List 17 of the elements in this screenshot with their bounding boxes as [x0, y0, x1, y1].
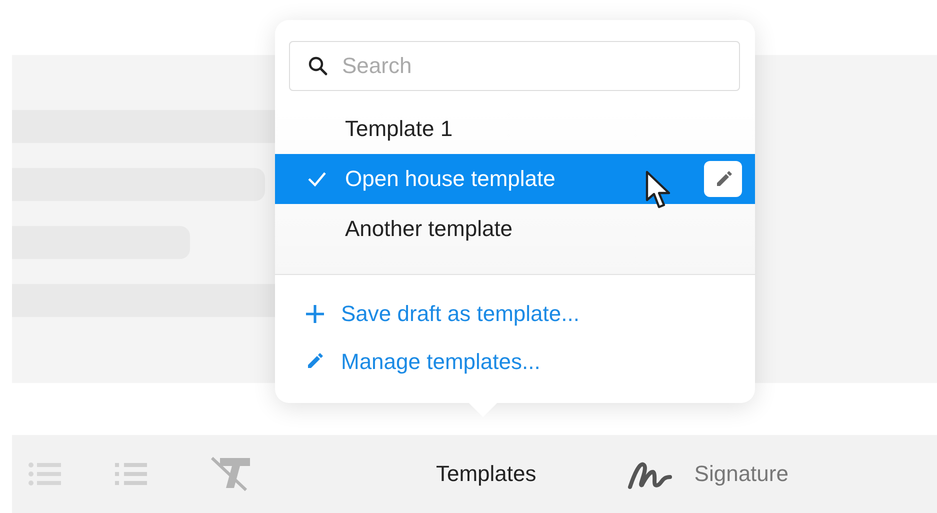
template-item[interactable]: Open house template	[275, 154, 755, 204]
template-item[interactable]: Template 1	[275, 104, 755, 154]
search-icon	[308, 56, 328, 76]
pencil-icon	[714, 170, 732, 188]
clear-formatting-icon	[210, 456, 250, 492]
edit-button[interactable]	[704, 161, 742, 197]
cursor-icon	[645, 170, 673, 210]
search-field[interactable]: Search	[289, 41, 740, 91]
checkmark-icon	[307, 171, 327, 187]
template-item[interactable]: Another template	[275, 204, 755, 254]
action-link[interactable]: Save draft as template...	[305, 301, 755, 327]
templates-button[interactable]: Templates	[436, 461, 536, 487]
numbered-list-icon	[114, 462, 148, 486]
action-link[interactable]: Manage templates...	[305, 349, 755, 375]
plus-icon	[305, 304, 325, 324]
signature-button[interactable]: Signature	[626, 457, 788, 491]
bulleted-list-icon	[28, 462, 62, 486]
